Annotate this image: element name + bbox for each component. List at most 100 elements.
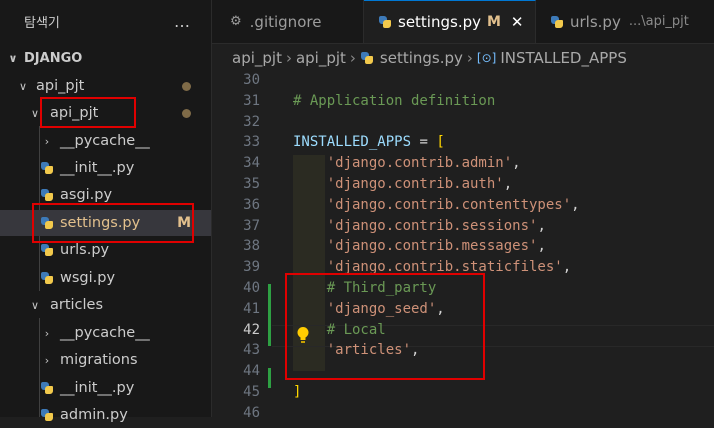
code-token: INSTALLED_APPS bbox=[293, 134, 412, 151]
annotation-box bbox=[32, 203, 194, 243]
python-icon bbox=[360, 51, 374, 65]
annotation-box bbox=[285, 273, 485, 380]
tab-gitignore[interactable]: ⚙ .gitignore bbox=[212, 0, 364, 43]
chevron-down-icon: ∨ bbox=[18, 79, 28, 93]
tab-label: settings.py bbox=[398, 13, 481, 31]
line-number: 32 bbox=[243, 113, 260, 130]
code-line[interactable]: 30 bbox=[212, 70, 714, 91]
tree-item-label: admin.py bbox=[60, 407, 128, 423]
tree-file-init[interactable]: __init__.py bbox=[0, 375, 211, 401]
code-line[interactable]: 31 # Application definition bbox=[212, 91, 714, 112]
code-token: , bbox=[537, 217, 546, 234]
tree-item-label: __init__.py bbox=[60, 160, 135, 176]
python-icon bbox=[550, 15, 564, 29]
code-text: ] bbox=[293, 382, 301, 403]
code-token: , bbox=[562, 259, 572, 276]
tree-folder-pycache[interactable]: › __pycache__ bbox=[0, 128, 211, 154]
line-number: 41 bbox=[243, 300, 260, 317]
code-text: 'django.contrib.sessions', bbox=[293, 216, 546, 237]
code-line[interactable]: 46 bbox=[212, 403, 714, 424]
tree-item-label: DJANGO bbox=[24, 50, 83, 66]
code-line[interactable]: 35 'django.contrib.auth', bbox=[212, 174, 714, 195]
code-line[interactable]: 34 'django.contrib.admin', bbox=[212, 153, 714, 174]
tree-folder-pycache[interactable]: › __pycache__ bbox=[0, 320, 211, 346]
chevron-right-icon: › bbox=[44, 353, 50, 367]
python-file-icon bbox=[40, 161, 54, 175]
tree-file-admin[interactable]: admin.py bbox=[0, 402, 211, 428]
line-number: 30 bbox=[243, 72, 260, 88]
annotation-box bbox=[40, 97, 136, 128]
chevron-down-icon: ∨ bbox=[30, 298, 40, 312]
code-line[interactable]: 32 bbox=[212, 112, 714, 133]
code-token: , bbox=[537, 238, 546, 255]
line-number: 31 bbox=[243, 92, 260, 109]
code-text: 'django.contrib.contenttypes', bbox=[293, 195, 580, 216]
tree-item-label: wsgi.py bbox=[60, 270, 116, 286]
python-file-icon bbox=[40, 408, 54, 422]
line-number: 34 bbox=[243, 155, 260, 172]
breadcrumb-item[interactable]: settings.py bbox=[380, 49, 463, 67]
tree-file-init[interactable]: __init__.py bbox=[0, 155, 211, 181]
code-token: , bbox=[571, 196, 580, 213]
code-line[interactable]: 36 'django.contrib.contenttypes', bbox=[212, 195, 714, 216]
breadcrumb-item[interactable]: api_pjt bbox=[296, 49, 346, 67]
chevron-right-icon: › bbox=[349, 49, 356, 67]
modified-badge: M bbox=[486, 14, 501, 30]
python-icon bbox=[378, 15, 392, 29]
line-number: 38 bbox=[243, 238, 260, 255]
gear-icon: ⚙ bbox=[230, 14, 242, 29]
code-line[interactable]: 45] bbox=[212, 382, 714, 403]
breadcrumb-item[interactable]: INSTALLED_APPS bbox=[500, 49, 627, 67]
chevron-right-icon: › bbox=[466, 49, 473, 67]
code-token: 'django.contrib.messages' bbox=[326, 238, 538, 255]
code-token: , bbox=[512, 155, 521, 172]
line-number: 35 bbox=[243, 176, 260, 192]
code-text: 'django.contrib.messages', bbox=[293, 236, 546, 257]
code-token: , bbox=[503, 176, 513, 192]
breadcrumb: api_pjt › api_pjt › settings.py › [⊙] IN… bbox=[212, 44, 714, 72]
code-text: # Application definition bbox=[293, 91, 495, 112]
code-line[interactable]: 37 'django.contrib.sessions', bbox=[212, 216, 714, 237]
breadcrumb-item[interactable]: api_pjt bbox=[232, 49, 282, 67]
tree-root-django[interactable]: ∨ DJANGO bbox=[0, 45, 211, 71]
close-icon[interactable]: ✕ bbox=[511, 13, 524, 31]
code-text: INSTALLED_APPS = [ bbox=[293, 132, 445, 153]
code-token: 'django.contrib.sessions' bbox=[326, 217, 538, 234]
line-number: 44 bbox=[243, 363, 260, 380]
chevron-right-icon: › bbox=[285, 49, 292, 67]
code-line[interactable]: 33 INSTALLED_APPS = [ bbox=[212, 132, 714, 153]
tab-label: urls.py bbox=[570, 12, 621, 31]
tab-settings[interactable]: settings.py M ✕ bbox=[364, 0, 536, 43]
tree-folder-articles[interactable]: ∨ articles bbox=[0, 292, 211, 318]
tree-folder-api-pjt[interactable]: ∨ api_pjt bbox=[0, 73, 211, 99]
code-line[interactable]: 38 'django.contrib.messages', bbox=[212, 236, 714, 257]
code-token: 'django.contrib.auth' bbox=[326, 176, 504, 192]
line-number: 36 bbox=[243, 196, 260, 213]
tab-urls[interactable]: urls.py ...\api_pjt bbox=[536, 0, 714, 43]
code-token: 'django.contrib.admin' bbox=[326, 155, 513, 172]
tab-bar: ⚙ .gitignore settings.py M ✕ urls.py ...… bbox=[212, 0, 714, 44]
tree-item-label: __pycache__ bbox=[60, 325, 150, 341]
modified-dot-icon bbox=[182, 81, 191, 91]
line-number: 37 bbox=[243, 217, 260, 234]
tree-file-wsgi[interactable]: wsgi.py bbox=[0, 265, 211, 291]
line-number: 45 bbox=[243, 384, 260, 400]
code-token: ] bbox=[293, 384, 302, 400]
tree-folder-migrations[interactable]: › migrations bbox=[0, 347, 211, 373]
tree-item-label: api_pjt bbox=[36, 78, 85, 94]
explorer-title: 탐색기 bbox=[24, 16, 60, 31]
chevron-down-icon: ∨ bbox=[8, 51, 18, 65]
more-actions-icon[interactable]: … bbox=[174, 12, 191, 31]
code-token: [ bbox=[436, 134, 445, 151]
variable-symbol-icon: [⊙] bbox=[476, 51, 497, 65]
line-number: 39 bbox=[243, 259, 260, 276]
line-number: 46 bbox=[243, 404, 260, 421]
chevron-right-icon: › bbox=[44, 134, 50, 148]
tab-description: ...\api_pjt bbox=[628, 14, 689, 29]
editor-area: ⚙ .gitignore settings.py M ✕ urls.py ...… bbox=[212, 0, 714, 421]
code-token: 'django.contrib.contenttypes' bbox=[326, 196, 572, 213]
